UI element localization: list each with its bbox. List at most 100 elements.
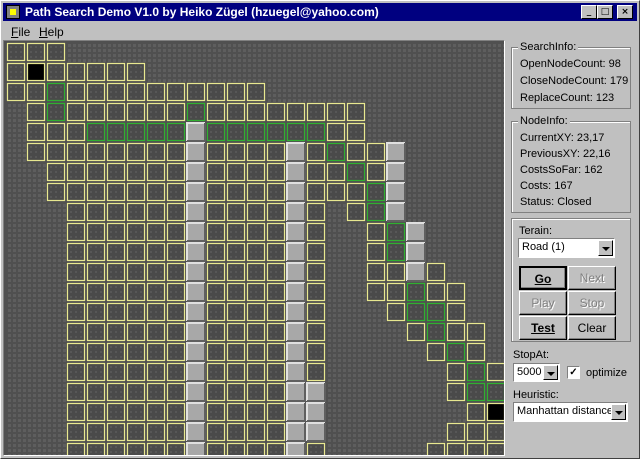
grid-cell-closed-node[interactable] [266,162,286,182]
grid-cell-closed-node[interactable] [166,102,186,122]
grid-cell-closed-node[interactable] [246,362,266,382]
grid-cell-closed-node[interactable] [66,382,86,402]
grid-cell-closed-node[interactable] [226,162,246,182]
grid-cell-closed-node[interactable] [106,182,126,202]
grid-cell-closed-node[interactable] [166,82,186,102]
grid-cell-road[interactable] [326,402,346,422]
grid-cell-wall[interactable] [186,302,206,322]
grid-cell-closed-node[interactable] [146,82,166,102]
grid-cell-closed-node[interactable] [166,202,186,222]
grid-cell-closed-node[interactable] [366,282,386,302]
grid-cell-closed-node[interactable] [126,202,146,222]
grid-cell-open-node[interactable] [186,102,206,122]
grid-cell-closed-node[interactable] [466,442,486,456]
grid-cell-closed-node[interactable] [146,342,166,362]
grid-cell-road[interactable] [26,222,46,242]
grid-cell-closed-node[interactable] [66,62,86,82]
grid-cell-open-node[interactable] [386,242,406,262]
minimize-button[interactable]: _ [581,5,597,19]
grid-cell-road[interactable] [186,62,206,82]
go-button[interactable]: Go [519,266,567,290]
grid-cell-road[interactable] [326,202,346,222]
grid-cell-closed-node[interactable] [166,322,186,342]
grid-cell-wall[interactable] [286,362,306,382]
grid-cell-road[interactable] [286,82,306,102]
grid-cell-closed-node[interactable] [86,322,106,342]
grid-cell-wall[interactable] [186,242,206,262]
grid-cell-open-node[interactable] [366,202,386,222]
grid-cell-road[interactable] [486,102,505,122]
grid-cell-road[interactable] [26,242,46,262]
grid-cell-road[interactable] [26,382,46,402]
grid-cell-closed-node[interactable] [86,262,106,282]
grid-cell-closed-node[interactable] [246,302,266,322]
grid-cell-road[interactable] [426,222,446,242]
grid-cell-road[interactable] [426,62,446,82]
grid-cell-open-node[interactable] [406,282,426,302]
grid-cell-closed-node[interactable] [166,162,186,182]
grid-cell-closed-node[interactable] [66,122,86,142]
grid-cell-closed-node[interactable] [266,202,286,222]
grid-cell-road[interactable] [406,122,426,142]
grid-cell-closed-node[interactable] [386,302,406,322]
grid-cell-closed-node[interactable] [86,422,106,442]
grid-cell-road[interactable] [346,302,366,322]
grid-cell-closed-node[interactable] [126,362,146,382]
grid-cell-closed-node[interactable] [306,362,326,382]
grid-cell-closed-node[interactable] [66,162,86,182]
grid-cell-closed-node[interactable] [86,362,106,382]
grid-cell-wall[interactable] [186,222,206,242]
grid-cell-road[interactable] [486,42,505,62]
grid-cell-wall[interactable] [286,342,306,362]
grid-cell-road[interactable] [446,222,466,242]
grid-cell-road[interactable] [46,222,66,242]
grid-cell-closed-node[interactable] [86,162,106,182]
grid-cell-road[interactable] [426,382,446,402]
grid-cell-closed-node[interactable] [126,162,146,182]
grid-cell-road[interactable] [286,42,306,62]
grid-cell-closed-node[interactable] [426,342,446,362]
grid-cell-road[interactable] [366,82,386,102]
grid-cell-closed-node[interactable] [86,302,106,322]
grid-cell-road[interactable] [486,222,505,242]
grid-cell-wall[interactable] [286,322,306,342]
grid-cell-road[interactable] [26,322,46,342]
grid-cell-road[interactable] [326,362,346,382]
grid-cell-closed-node[interactable] [206,402,226,422]
grid-cell-closed-node[interactable] [146,382,166,402]
grid-cell-road[interactable] [366,102,386,122]
grid-cell-road[interactable] [6,162,26,182]
grid-cell-closed-node[interactable] [206,302,226,322]
grid-cell-road[interactable] [246,42,266,62]
grid-cell-closed-node[interactable] [146,102,166,122]
grid-cell-closed-node[interactable] [366,262,386,282]
grid-cell-closed-node[interactable] [46,162,66,182]
grid-cell-road[interactable] [466,282,486,302]
grid-cell-road[interactable] [6,202,26,222]
grid-cell-road[interactable] [386,82,406,102]
heuristic-select[interactable]: Manhattan distance [513,402,628,422]
grid-cell-closed-node[interactable] [246,262,266,282]
grid-cell-closed-node[interactable] [266,382,286,402]
grid-cell-closed-node[interactable] [146,162,166,182]
grid-cell-road[interactable] [446,82,466,102]
grid-cell-wall[interactable] [286,402,306,422]
grid-cell-closed-node[interactable] [326,182,346,202]
grid-cell-wall[interactable] [406,242,426,262]
grid-cell-closed-node[interactable] [86,202,106,222]
grid-cell-closed-node[interactable] [306,242,326,262]
grid-cell-closed-node[interactable] [166,422,186,442]
menu-file[interactable]: File [11,25,30,39]
grid-cell-wall[interactable] [186,422,206,442]
grid-cell-closed-node[interactable] [446,362,466,382]
grid-cell-closed-node[interactable] [206,382,226,402]
grid-cell-closed-node[interactable] [126,142,146,162]
grid-cell-road[interactable] [426,142,446,162]
grid-cell-road[interactable] [26,262,46,282]
grid-cell-closed-node[interactable] [366,162,386,182]
grid-cell-road[interactable] [46,262,66,282]
grid-cell-closed-node[interactable] [146,182,166,202]
grid-cell-open-node[interactable] [366,182,386,202]
grid-cell-closed-node[interactable] [146,242,166,262]
grid-cell-closed-node[interactable] [246,442,266,456]
